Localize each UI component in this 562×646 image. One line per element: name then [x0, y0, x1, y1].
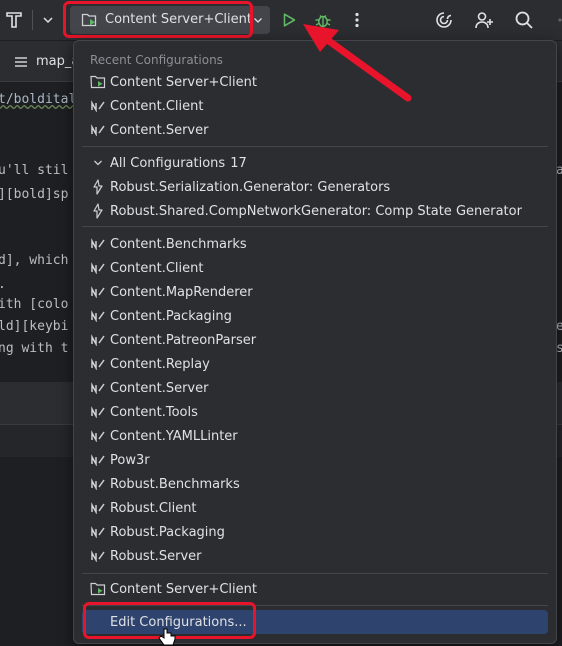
annotation-arrow — [303, 24, 412, 102]
mouse-cursor-icon — [158, 628, 176, 646]
